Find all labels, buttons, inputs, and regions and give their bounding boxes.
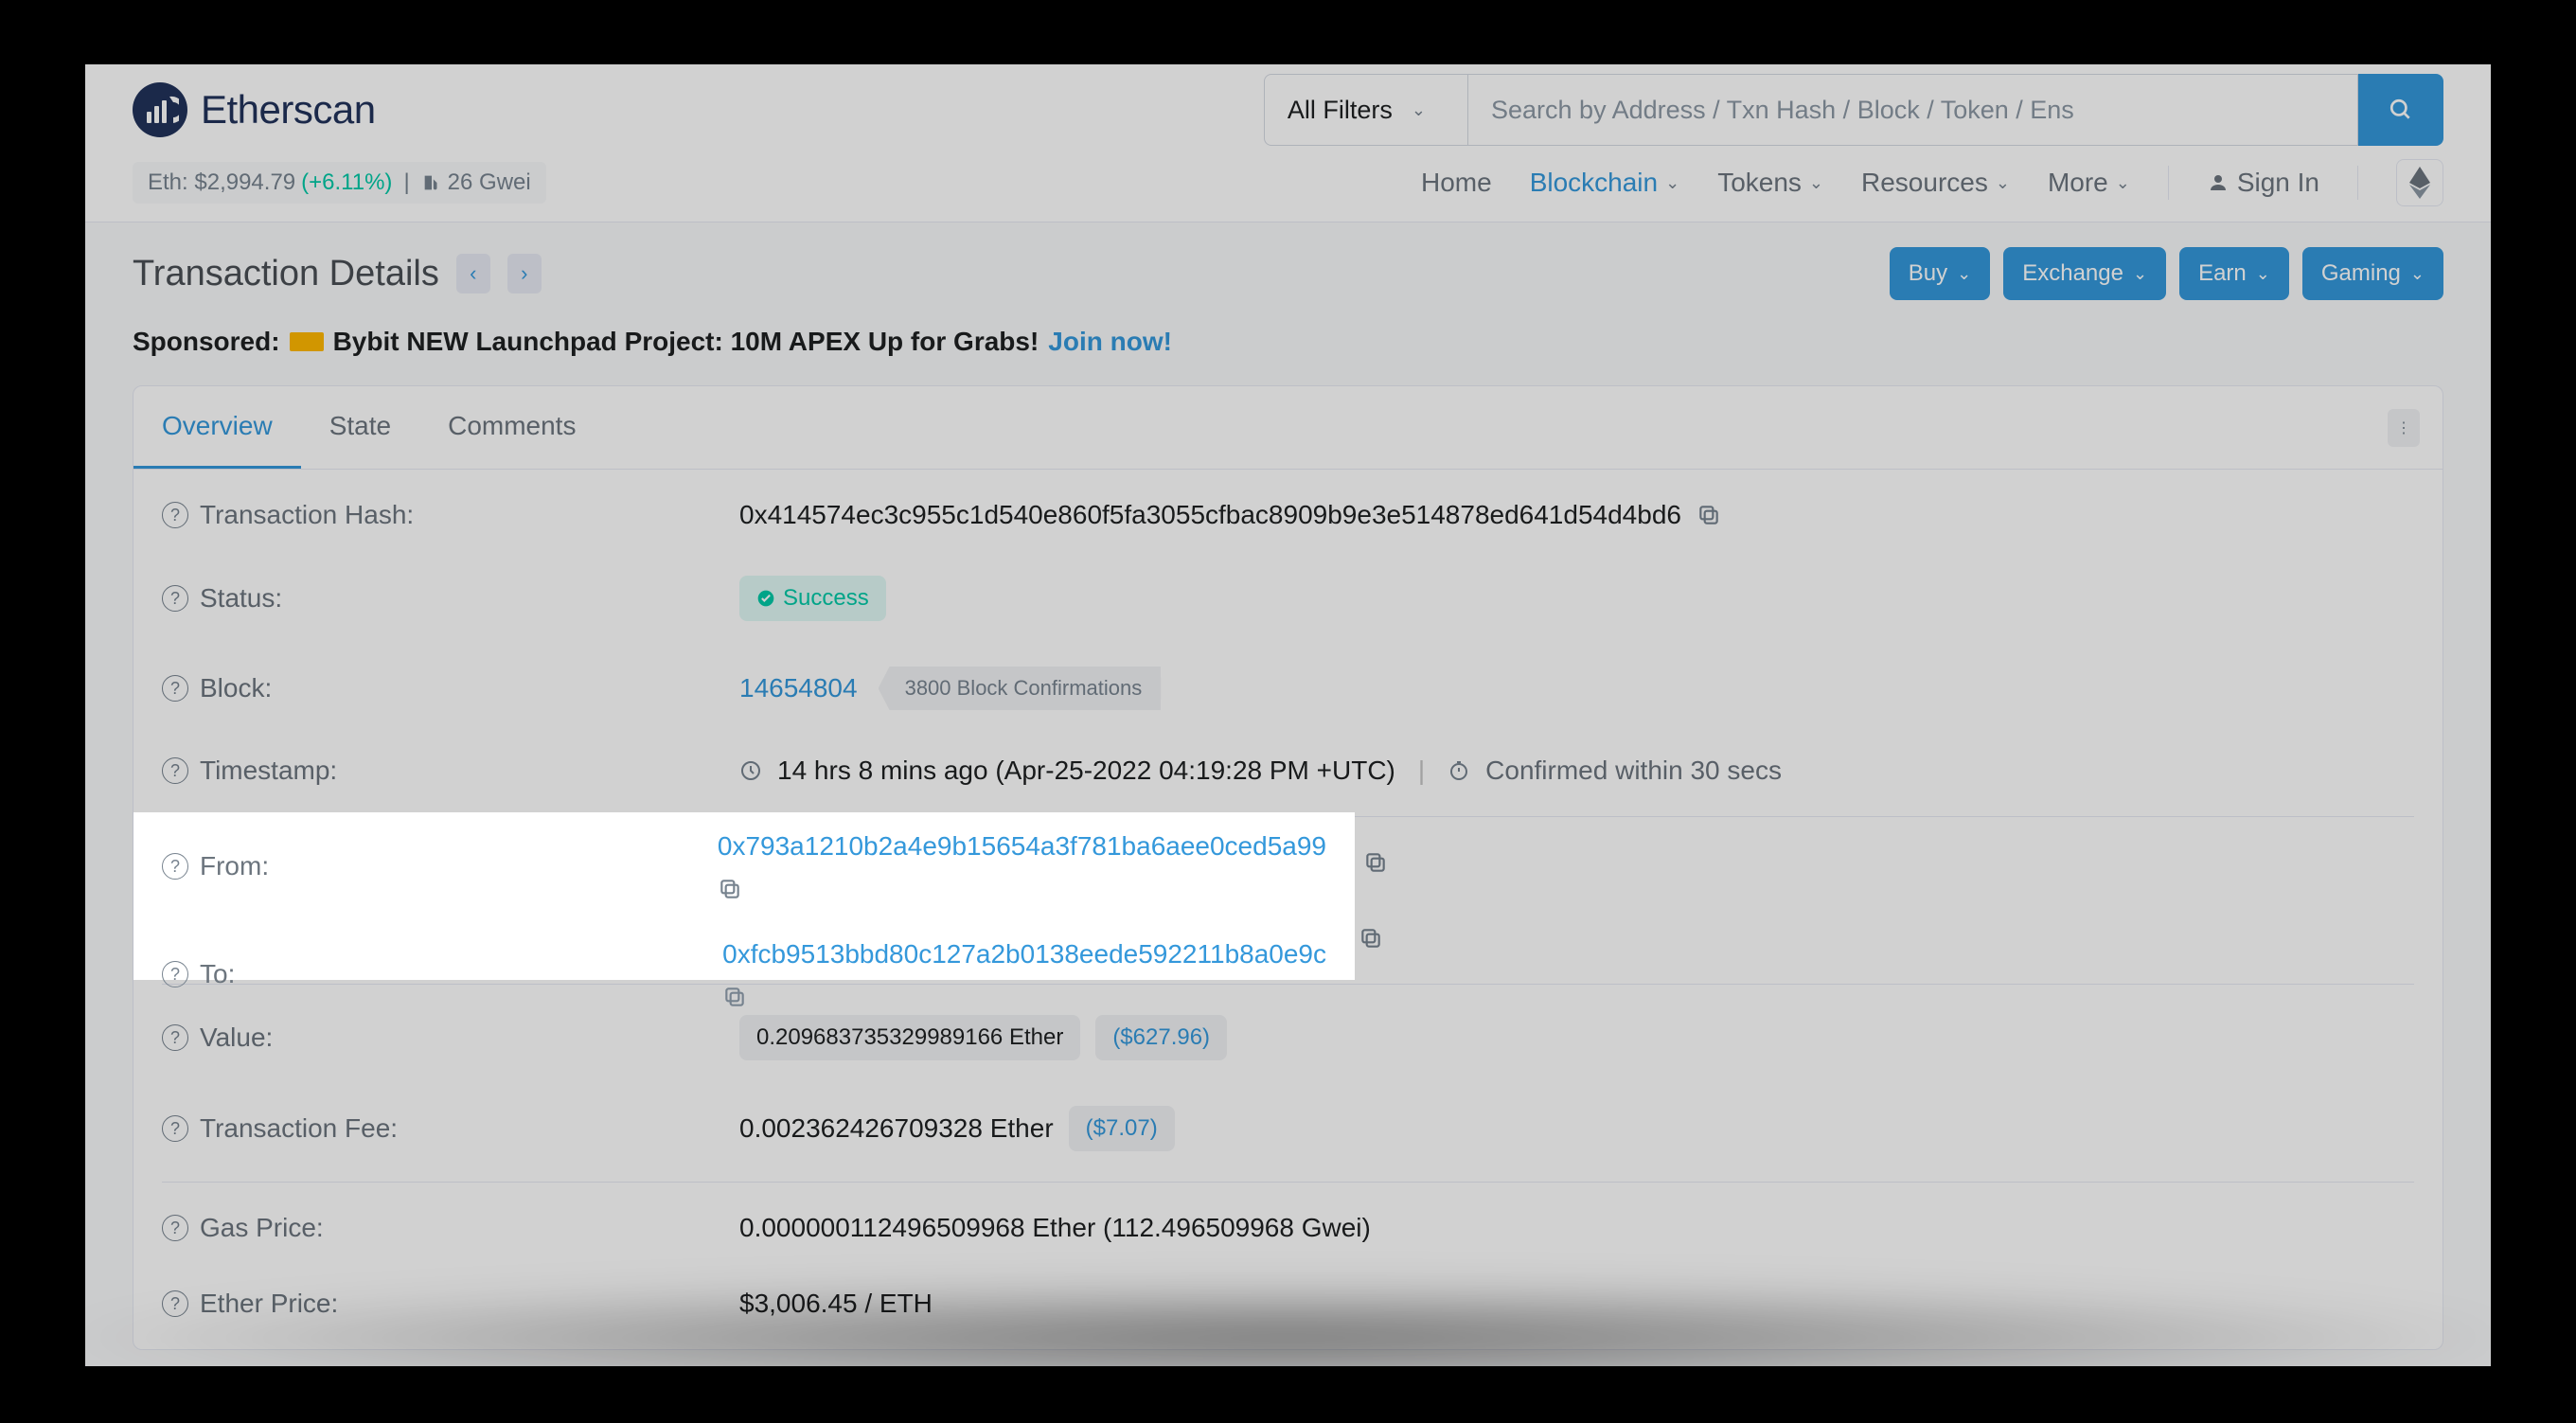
buy-button[interactable]: Buy⌄ xyxy=(1890,247,1990,300)
eth-change: (+6.11%) xyxy=(301,169,392,196)
status-label: Status: xyxy=(200,583,282,614)
top-bar: Etherscan All Filters ⌄ Search by Addres… xyxy=(85,64,2491,146)
nav-sign-in[interactable]: Sign In xyxy=(2207,168,2319,198)
nav-more[interactable]: More⌄ xyxy=(2048,168,2130,198)
timestamp-value: 14 hrs 8 mins ago (Apr-25-2022 04:19:28 … xyxy=(777,756,1395,786)
help-icon[interactable]: ? xyxy=(162,1215,188,1241)
chevron-down-icon: ⌄ xyxy=(1996,173,2010,193)
sponsored-text: Bybit NEW Launchpad Project: 10M APEX Up… xyxy=(333,327,1039,357)
filter-dropdown[interactable]: All Filters ⌄ xyxy=(1264,74,1468,146)
row-block: ? Block: 14654804 3800 Block Confirmation… xyxy=(162,644,2414,733)
row-tx-hash: ? Transaction Hash: 0x414574ec3c955c1d540… xyxy=(162,477,2414,553)
fee-usd: ($7.07) xyxy=(1069,1106,1175,1151)
sponsored-row: Sponsored: Bybit NEW Launchpad Project: … xyxy=(133,327,2443,357)
chevron-down-icon: ⌄ xyxy=(1412,100,1426,120)
status-badge: Success xyxy=(739,576,886,621)
help-icon[interactable]: ? xyxy=(162,853,188,880)
gas-price-value: 0.000000112496509968 Ether (112.49650996… xyxy=(739,1213,1371,1243)
help-icon[interactable]: ? xyxy=(162,757,188,784)
tab-comments[interactable]: Comments xyxy=(419,386,604,469)
search-input[interactable]: Search by Address / Txn Hash / Block / T… xyxy=(1468,74,2358,146)
chevron-down-icon: ⌄ xyxy=(2116,173,2130,193)
eth-label: Eth: xyxy=(148,169,188,195)
price-pill: Eth: $2,994.79 (+6.11%) | 26 Gwei xyxy=(133,162,546,204)
logo-text: Etherscan xyxy=(201,87,376,133)
copy-icon[interactable] xyxy=(1697,503,1721,527)
tab-state[interactable]: State xyxy=(301,386,419,469)
page-title: Transaction Details xyxy=(133,254,439,294)
main-content: Transaction Details ‹ › Buy⌄ Exchange⌄ E… xyxy=(85,222,2491,1366)
help-icon[interactable]: ? xyxy=(162,1115,188,1142)
row-gas-price: ? Gas Price: 0.000000112496509968 Ether (… xyxy=(162,1182,2414,1266)
from-address-link-hl[interactable]: 0x793a1210b2a4e9b15654a3f781ba6aee0ced5a… xyxy=(718,831,1326,862)
chevron-down-icon: ⌄ xyxy=(1957,264,1971,284)
logo[interactable]: Etherscan xyxy=(133,82,376,137)
check-circle-icon xyxy=(756,589,775,608)
chevron-down-icon: ⌄ xyxy=(1665,173,1679,193)
ethereum-icon xyxy=(2409,167,2430,199)
timestamp-confirmed: Confirmed within 30 secs xyxy=(1485,756,1782,786)
earn-button[interactable]: Earn⌄ xyxy=(2179,247,2289,300)
row-status: ? Status: Success xyxy=(162,553,2414,644)
timestamp-label: Timestamp: xyxy=(200,756,337,786)
gas-icon xyxy=(421,172,442,193)
stopwatch-icon xyxy=(1448,759,1470,782)
row-fee: ? Transaction Fee: 0.002362426709328 Ethe… xyxy=(162,1083,2414,1174)
fee-label: Transaction Fee: xyxy=(200,1113,398,1144)
block-confirmations: 3800 Block Confirmations xyxy=(879,667,1162,710)
filter-label: All Filters xyxy=(1288,96,1393,125)
help-icon[interactable]: ? xyxy=(162,961,188,987)
sponsored-label: Sponsored: xyxy=(133,327,280,357)
block-link[interactable]: 14654804 xyxy=(739,673,858,703)
chevron-down-icon: ⌄ xyxy=(2133,264,2147,284)
highlight-region: ? From: 0x793a1210b2a4e9b15654a3f781ba6ae… xyxy=(133,812,1355,980)
chevron-down-icon: ⌄ xyxy=(2410,264,2425,284)
search-icon xyxy=(2389,98,2413,122)
help-icon[interactable]: ? xyxy=(162,675,188,702)
user-icon xyxy=(2207,171,2230,194)
copy-icon[interactable] xyxy=(1359,926,1383,951)
help-icon[interactable]: ? xyxy=(162,585,188,612)
exchange-button[interactable]: Exchange⌄ xyxy=(2003,247,2166,300)
tx-hash-label: Transaction Hash: xyxy=(200,500,414,530)
next-tx-button[interactable]: › xyxy=(507,254,542,293)
more-menu-button[interactable]: ⋮ xyxy=(2388,409,2420,447)
block-label: Block: xyxy=(200,673,272,703)
sub-bar: Eth: $2,994.79 (+6.11%) | 26 Gwei Home B… xyxy=(85,146,2491,222)
chevron-down-icon: ⌄ xyxy=(1809,173,1823,193)
from-label-hl: From: xyxy=(200,851,269,881)
tx-hash-value: 0x414574ec3c955c1d540e860f5fa3055cfbac89… xyxy=(739,500,1681,530)
eth-network-icon[interactable] xyxy=(2396,159,2443,206)
clock-icon xyxy=(739,759,762,782)
sponsor-logo-icon xyxy=(290,332,324,351)
nav-menu: Home Blockchain⌄ Tokens⌄ Resources⌄ More… xyxy=(1421,159,2443,206)
copy-icon[interactable] xyxy=(1363,850,1388,875)
search-button[interactable] xyxy=(2358,74,2443,146)
tab-overview[interactable]: Overview xyxy=(133,386,301,469)
etherscan-logo-icon xyxy=(133,82,187,137)
search-placeholder: Search by Address / Txn Hash / Block / T… xyxy=(1491,96,2074,125)
help-icon[interactable]: ? xyxy=(162,502,188,528)
nav-resources[interactable]: Resources⌄ xyxy=(1861,168,2010,198)
fee-eth: 0.002362426709328 Ether xyxy=(739,1113,1054,1144)
nav-tokens[interactable]: Tokens⌄ xyxy=(1717,168,1823,198)
shadow-decoration xyxy=(28,1281,2548,1366)
copy-icon[interactable] xyxy=(722,985,747,1009)
gaming-button[interactable]: Gaming⌄ xyxy=(2302,247,2443,300)
row-timestamp: ? Timestamp: 14 hrs 8 mins ago (Apr-25-20… xyxy=(162,733,2414,809)
nav-blockchain[interactable]: Blockchain⌄ xyxy=(1530,168,1680,198)
help-icon[interactable]: ? xyxy=(162,1024,188,1051)
copy-icon[interactable] xyxy=(718,877,742,901)
to-label-hl: To: xyxy=(200,959,235,989)
gas-value: 26 Gwei xyxy=(448,169,531,196)
chevron-down-icon: ⌄ xyxy=(2256,264,2270,284)
eth-price: $2,994.79 xyxy=(194,169,295,195)
nav-home[interactable]: Home xyxy=(1421,168,1492,198)
prev-tx-button[interactable]: ‹ xyxy=(456,254,490,293)
sponsored-link[interactable]: Join now! xyxy=(1048,327,1172,357)
search-bar: All Filters ⌄ Search by Address / Txn Ha… xyxy=(1264,74,2443,146)
to-address-link-hl[interactable]: 0xfcb9513bbd80c127a2b0138eede592211b8a0e… xyxy=(722,939,1326,969)
gas-price-label: Gas Price: xyxy=(200,1213,324,1243)
